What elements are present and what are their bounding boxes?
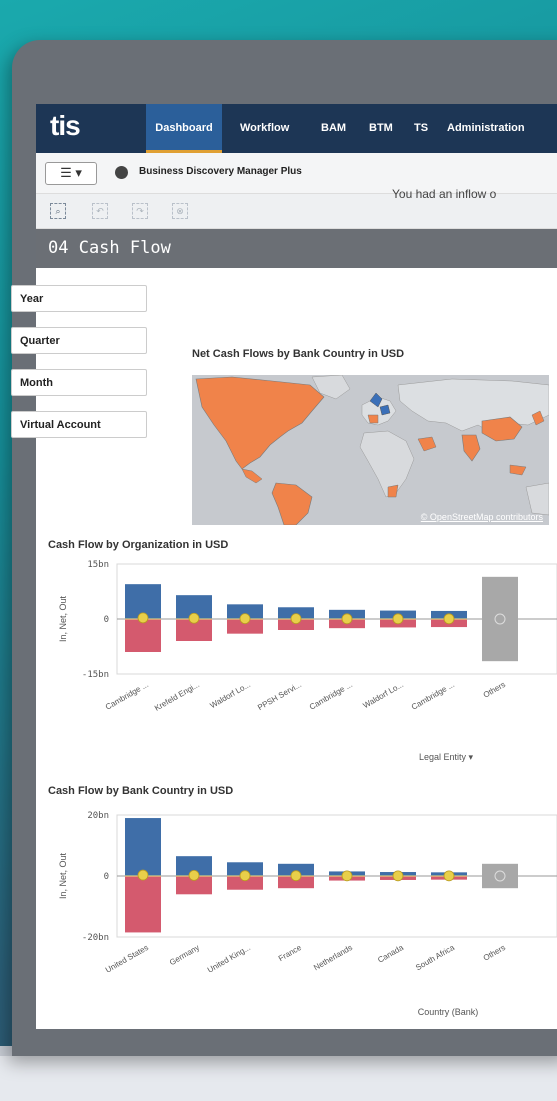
- step-back-icon[interactable]: ↶: [92, 203, 108, 219]
- sheet-header: 04 Cash Flow: [36, 229, 557, 268]
- clear-selections-icon[interactable]: ⊗: [172, 203, 188, 219]
- tis-logo: tis: [50, 110, 81, 141]
- app-icon: [115, 166, 128, 179]
- filter-quarter[interactable]: Quarter: [11, 327, 147, 354]
- filter-virtual-account[interactable]: Virtual Account: [11, 411, 147, 438]
- menu-button[interactable]: ☰ ▾: [45, 162, 97, 185]
- selection-toolbar: ⌕ ↶ ↷ ⊗: [36, 194, 557, 229]
- nav-workflow[interactable]: Workflow: [234, 104, 295, 153]
- filter-month[interactable]: Month: [11, 369, 147, 396]
- step-forward-icon[interactable]: ↷: [132, 203, 148, 219]
- nav-ts[interactable]: TS: [408, 104, 434, 153]
- floor: [0, 1056, 557, 1101]
- sheet-title: 04 Cash Flow: [48, 238, 171, 258]
- nav-dashboard[interactable]: Dashboard: [146, 104, 222, 153]
- nav-btm[interactable]: BTM: [363, 104, 399, 153]
- app-name: Business Discovery Manager Plus: [139, 166, 302, 177]
- app-screen: tis Dashboard Workflow BAM BTM TS Admini…: [36, 104, 557, 1029]
- app-toolbar: ☰ ▾ Business Discovery Manager Plus: [36, 153, 557, 194]
- top-navigation: tis Dashboard Workflow BAM BTM TS Admini…: [36, 104, 557, 153]
- smart-search-icon[interactable]: ⌕: [50, 203, 66, 219]
- filter-year[interactable]: Year: [11, 285, 147, 312]
- nav-administration[interactable]: Administration: [441, 104, 531, 153]
- nav-bam[interactable]: BAM: [315, 104, 352, 153]
